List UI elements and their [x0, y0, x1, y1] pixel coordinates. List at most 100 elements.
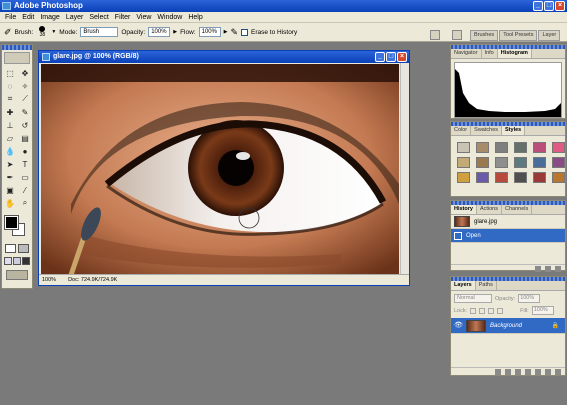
- style-swatch[interactable]: [495, 172, 508, 183]
- history-state[interactable]: Open: [451, 229, 565, 243]
- dock-icon[interactable]: [452, 30, 462, 40]
- tab-navigator[interactable]: Navigator: [451, 49, 482, 58]
- layer-style-icon[interactable]: [505, 369, 511, 375]
- delete-layer-icon[interactable]: [555, 369, 561, 375]
- menu-image[interactable]: Image: [37, 12, 62, 22]
- eyedropper-tool-icon[interactable]: ⁄: [18, 184, 32, 196]
- notes-tool-icon[interactable]: ▣: [3, 184, 17, 196]
- vertical-scrollbar[interactable]: [400, 63, 409, 275]
- layer-set-icon[interactable]: [525, 369, 531, 375]
- new-document-icon[interactable]: [535, 266, 541, 272]
- style-swatch[interactable]: [552, 172, 565, 183]
- style-swatch[interactable]: [476, 172, 489, 183]
- tab-info[interactable]: Info: [482, 49, 498, 58]
- brush-preview[interactable]: 38: [36, 26, 48, 38]
- style-swatch[interactable]: [495, 157, 508, 168]
- toolbox-grip[interactable]: [2, 45, 32, 50]
- style-swatch[interactable]: [533, 142, 546, 153]
- eraser-tool-button-icon[interactable]: ▱: [3, 132, 17, 144]
- style-swatch[interactable]: [514, 157, 527, 168]
- lock-move-icon[interactable]: [488, 307, 495, 314]
- maximize-icon[interactable]: □: [544, 1, 554, 11]
- foreground-color[interactable]: [4, 215, 19, 230]
- erase-history-checkbox[interactable]: [241, 28, 249, 36]
- opacity-field[interactable]: 100%: [148, 27, 171, 37]
- jump-to-imageready-icon[interactable]: [6, 270, 28, 280]
- menu-window[interactable]: Window: [154, 12, 185, 22]
- close-icon[interactable]: ×: [555, 1, 565, 11]
- style-swatch[interactable]: [457, 172, 470, 183]
- opacity-arrow-icon[interactable]: ▶: [173, 29, 177, 35]
- crop-tool-icon[interactable]: ⌗: [3, 93, 17, 105]
- menu-filter[interactable]: Filter: [112, 12, 134, 22]
- brush-tool-icon[interactable]: ✎: [18, 106, 32, 118]
- well-tab-tool-presets[interactable]: Tool Presets: [499, 30, 538, 41]
- adjustment-layer-icon[interactable]: [535, 369, 541, 375]
- style-swatch[interactable]: [552, 142, 565, 153]
- blur-tool-icon[interactable]: 💧: [3, 145, 17, 157]
- layer-opacity-field[interactable]: 100%: [518, 294, 541, 303]
- new-snapshot-icon[interactable]: [545, 266, 551, 272]
- magic-wand-tool-icon[interactable]: ✧: [18, 80, 32, 92]
- blend-mode-select[interactable]: Normal: [454, 294, 492, 303]
- lock-paint-icon[interactable]: [479, 307, 486, 314]
- hand-tool-icon[interactable]: ✋: [3, 197, 17, 209]
- move-tool-icon[interactable]: ✥: [18, 67, 32, 79]
- doc-maximize-icon[interactable]: □: [386, 52, 396, 62]
- type-tool-icon[interactable]: T: [18, 158, 32, 170]
- menu-view[interactable]: View: [133, 12, 154, 22]
- tab-color[interactable]: Color: [451, 126, 472, 135]
- history-brush-source-icon[interactable]: [454, 231, 462, 240]
- tab-styles[interactable]: Styles: [502, 126, 526, 135]
- style-swatch[interactable]: [533, 157, 546, 168]
- file-browser-icon[interactable]: [430, 30, 440, 40]
- zoom-tool-icon[interactable]: ⌕: [18, 197, 32, 209]
- menu-edit[interactable]: Edit: [19, 12, 37, 22]
- gradient-tool-icon[interactable]: ▤: [18, 132, 32, 144]
- chevron-down-icon[interactable]: ▼: [51, 29, 56, 35]
- tab-swatches[interactable]: Swatches: [471, 126, 503, 135]
- doc-close-icon[interactable]: ×: [397, 52, 407, 62]
- standard-mode-icon[interactable]: [5, 244, 16, 253]
- eye-icon[interactable]: 👁: [454, 322, 463, 330]
- tab-histogram[interactable]: Histogram: [497, 49, 532, 58]
- dodge-tool-icon[interactable]: ●: [18, 145, 32, 157]
- screen-mode-standard-icon[interactable]: [4, 257, 12, 265]
- tab-paths[interactable]: Paths: [476, 281, 497, 290]
- style-swatch[interactable]: [476, 157, 489, 168]
- shape-tool-icon[interactable]: ▭: [18, 171, 32, 183]
- menu-select[interactable]: Select: [86, 12, 111, 22]
- well-tab-brushes[interactable]: Brushes: [470, 30, 499, 41]
- new-layer-icon[interactable]: [545, 369, 551, 375]
- pen-tool-icon[interactable]: ✒: [3, 171, 17, 183]
- mode-select[interactable]: Brush: [80, 27, 119, 37]
- style-swatch[interactable]: [552, 157, 565, 168]
- screen-mode-full-icon[interactable]: [22, 257, 30, 265]
- minimize-icon[interactable]: _: [533, 1, 543, 11]
- fill-field[interactable]: 100%: [531, 306, 554, 315]
- lasso-tool-icon[interactable]: ◌: [3, 80, 17, 92]
- clone-stamp-tool-icon[interactable]: ⊥: [3, 119, 17, 131]
- doc-size-info[interactable]: Doc: 724.9K/724.9K: [68, 277, 117, 283]
- menu-help[interactable]: Help: [185, 12, 205, 22]
- style-swatch[interactable]: [495, 142, 508, 153]
- tab-actions[interactable]: Actions: [477, 205, 502, 214]
- screen-mode-menu-icon[interactable]: [13, 257, 21, 265]
- marquee-tool-icon[interactable]: ⬚: [3, 67, 17, 79]
- style-swatch[interactable]: [514, 142, 527, 153]
- layer-mask-icon[interactable]: [515, 369, 521, 375]
- eraser-tool-icon[interactable]: ✐: [4, 27, 12, 38]
- well-tab-layer[interactable]: Layer: [538, 30, 561, 41]
- document-title-bar[interactable]: glare.jpg @ 100% (RGB/8) _ □ ×: [39, 51, 409, 63]
- image-canvas[interactable]: [41, 64, 399, 275]
- style-swatch[interactable]: [476, 142, 489, 153]
- trash-icon[interactable]: [555, 266, 561, 272]
- tab-layers[interactable]: Layers: [451, 281, 476, 290]
- tab-history[interactable]: History: [451, 205, 477, 214]
- layer-row-background[interactable]: 👁 Background 🔒: [451, 318, 565, 334]
- lock-transparency-icon[interactable]: [470, 307, 477, 314]
- airbrush-icon[interactable]: ✎: [230, 27, 238, 38]
- doc-minimize-icon[interactable]: _: [375, 52, 385, 62]
- flow-field[interactable]: 100%: [198, 27, 221, 37]
- menu-layer[interactable]: Layer: [63, 12, 87, 22]
